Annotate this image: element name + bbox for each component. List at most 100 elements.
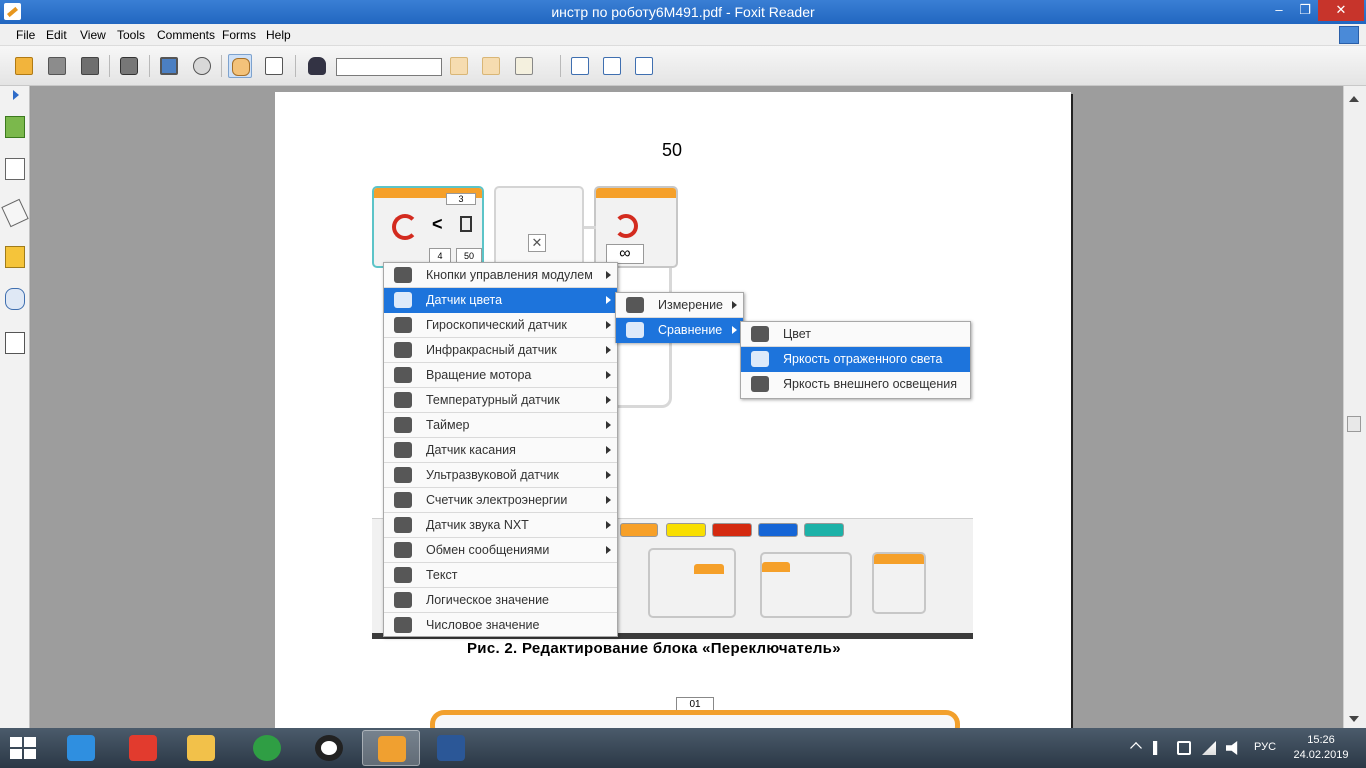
network-icon[interactable]	[1202, 741, 1216, 755]
save-icon[interactable]	[45, 54, 69, 78]
fit-width-icon[interactable]	[632, 54, 656, 78]
sensor-category-item[interactable]: Кнопки управления модулем	[384, 263, 617, 288]
ambient-light-icon	[751, 376, 769, 392]
find-icon[interactable]	[305, 54, 329, 78]
foxit-logo-icon[interactable]	[1339, 26, 1359, 44]
sensor-category-menu: Кнопки управления модулем Датчик цвета Гир…	[383, 262, 618, 637]
open-icon[interactable]	[12, 54, 36, 78]
figure-caption: Рис. 2. Редактирование блока «Переключат…	[467, 640, 841, 657]
opera-icon[interactable]	[300, 730, 358, 766]
hand-tool-icon[interactable]	[228, 54, 252, 78]
windows-start-icon[interactable]	[8, 736, 38, 760]
palette-tab-teal[interactable]	[804, 523, 844, 537]
prev-find-icon[interactable]	[447, 54, 471, 78]
sensor-category-label: Датчик цвета	[426, 293, 503, 307]
sound-sensor-icon	[394, 517, 412, 533]
internet-explorer-icon[interactable]	[52, 730, 110, 766]
actual-size-icon[interactable]	[568, 54, 592, 78]
palette-loop-interrupt-block[interactable]	[872, 552, 926, 614]
sensor-category-item[interactable]: Температурный датчик	[384, 388, 617, 413]
comments-icon[interactable]	[5, 246, 25, 268]
page-number: 50	[662, 140, 683, 160]
title-bar: инстр по роботу6М491.pdf - Foxit Reader …	[0, 0, 1366, 24]
compare-mode-item[interactable]: Яркость отраженного света	[741, 347, 970, 372]
color-sensor-mode-item[interactable]: Измерение	[616, 293, 743, 318]
sensor-category-item[interactable]: Инфракрасный датчик	[384, 338, 617, 363]
pages-icon[interactable]	[5, 158, 25, 180]
compare-mode-item[interactable]: Цвет	[741, 322, 970, 347]
palette-tab-yellow[interactable]	[666, 523, 706, 537]
logic-icon	[394, 592, 412, 608]
color-sensor-mode-label: Измерение	[658, 298, 724, 312]
palette-tab-blue[interactable]	[758, 523, 798, 537]
sensor-category-item[interactable]: Датчик цвета	[384, 288, 617, 313]
compare-icon	[626, 322, 644, 338]
clock-date: 24.02.2019	[1293, 749, 1349, 761]
find-input[interactable]	[336, 58, 442, 76]
print-icon[interactable]	[117, 54, 141, 78]
ultrasonic-sensor-icon	[394, 467, 412, 483]
scroll-thumb[interactable]	[1347, 416, 1361, 432]
sensor-category-item[interactable]: Ультразвуковой датчик	[384, 463, 617, 488]
vertical-scrollbar[interactable]	[1343, 86, 1366, 728]
menu-help[interactable]: Help	[266, 28, 291, 42]
sensor-category-item[interactable]: Таймер	[384, 413, 617, 438]
next-find-icon[interactable]	[479, 54, 503, 78]
minimize-button[interactable]: ‒	[1266, 0, 1292, 21]
system-clock[interactable]: 15:26 24.02.2019	[1290, 733, 1352, 763]
menu-comments[interactable]: Comments	[157, 28, 215, 42]
sensor-category-item[interactable]: Датчик касания	[384, 438, 617, 463]
typewriter-icon[interactable]	[512, 54, 536, 78]
layers-icon[interactable]	[1, 198, 29, 228]
color-sensor-mode-item[interactable]: Сравнение	[616, 318, 743, 343]
signatures-icon[interactable]	[5, 332, 25, 354]
palette-tab-red[interactable]	[712, 523, 752, 537]
bookmarks-icon[interactable]	[5, 116, 25, 138]
palette-tab-orange[interactable]	[620, 523, 658, 537]
sensor-category-item[interactable]: Обмен сообщениями	[384, 538, 617, 563]
sensor-category-item[interactable]: Датчик звука NXT	[384, 513, 617, 538]
snapshot-icon[interactable]	[190, 54, 214, 78]
submenu-arrow-icon	[606, 496, 611, 504]
sensor-category-item[interactable]: Текст	[384, 563, 617, 588]
scroll-up-icon[interactable]	[1349, 96, 1359, 102]
attachments-icon[interactable]	[5, 288, 25, 310]
fit-page-icon[interactable]	[600, 54, 624, 78]
expand-panel-icon[interactable]	[13, 90, 19, 100]
show-hidden-icons[interactable]	[1130, 742, 1142, 754]
sensor-category-item[interactable]: Логическое значение	[384, 588, 617, 613]
screen-icon[interactable]	[157, 54, 181, 78]
scroll-down-icon[interactable]	[1349, 716, 1359, 722]
menu-file[interactable]: File	[16, 28, 35, 42]
touch-sensor-icon	[394, 442, 412, 458]
action-center-icon[interactable]	[1153, 741, 1158, 755]
menu-edit[interactable]: Edit	[46, 28, 67, 42]
foxit-reader-icon[interactable]	[362, 730, 420, 766]
menu-view[interactable]: View	[80, 28, 106, 42]
word-icon[interactable]	[422, 730, 480, 766]
power-icon[interactable]	[1177, 741, 1191, 755]
yandex-browser-icon[interactable]	[114, 730, 172, 766]
file-explorer-icon[interactable]	[172, 730, 230, 766]
palette-switch-block[interactable]	[648, 548, 736, 618]
compare-mode-item[interactable]: Яркость внешнего освещения	[741, 372, 970, 397]
sensor-category-item[interactable]: Вращение мотора	[384, 363, 617, 388]
palette-switch-tabbed-block[interactable]	[760, 552, 852, 618]
switch-arrow-icon	[392, 214, 418, 240]
select-text-icon[interactable]	[262, 54, 286, 78]
sensor-category-item[interactable]: Счетчик электроэнергии	[384, 488, 617, 513]
maximize-button[interactable]: ❐	[1292, 0, 1318, 21]
sensor-category-item[interactable]: Гироскопический датчик	[384, 313, 617, 338]
sensor-category-label: Логическое значение	[426, 593, 550, 607]
chrome-icon[interactable]	[238, 730, 296, 766]
remove-case-button[interactable]: ✕	[528, 234, 546, 252]
keyboard-language[interactable]: РУС	[1254, 741, 1276, 753]
save-all-icon[interactable]	[78, 54, 102, 78]
menu-forms[interactable]: Forms	[222, 28, 256, 42]
menu-tools[interactable]: Tools	[117, 28, 145, 42]
submenu-arrow-icon	[732, 326, 737, 334]
volume-icon[interactable]	[1226, 741, 1238, 755]
switch-sensor-block: 3 < 4 50	[372, 186, 484, 268]
close-button[interactable]: ✕	[1318, 0, 1364, 21]
sensor-category-item[interactable]: Числовое значение	[384, 613, 617, 638]
